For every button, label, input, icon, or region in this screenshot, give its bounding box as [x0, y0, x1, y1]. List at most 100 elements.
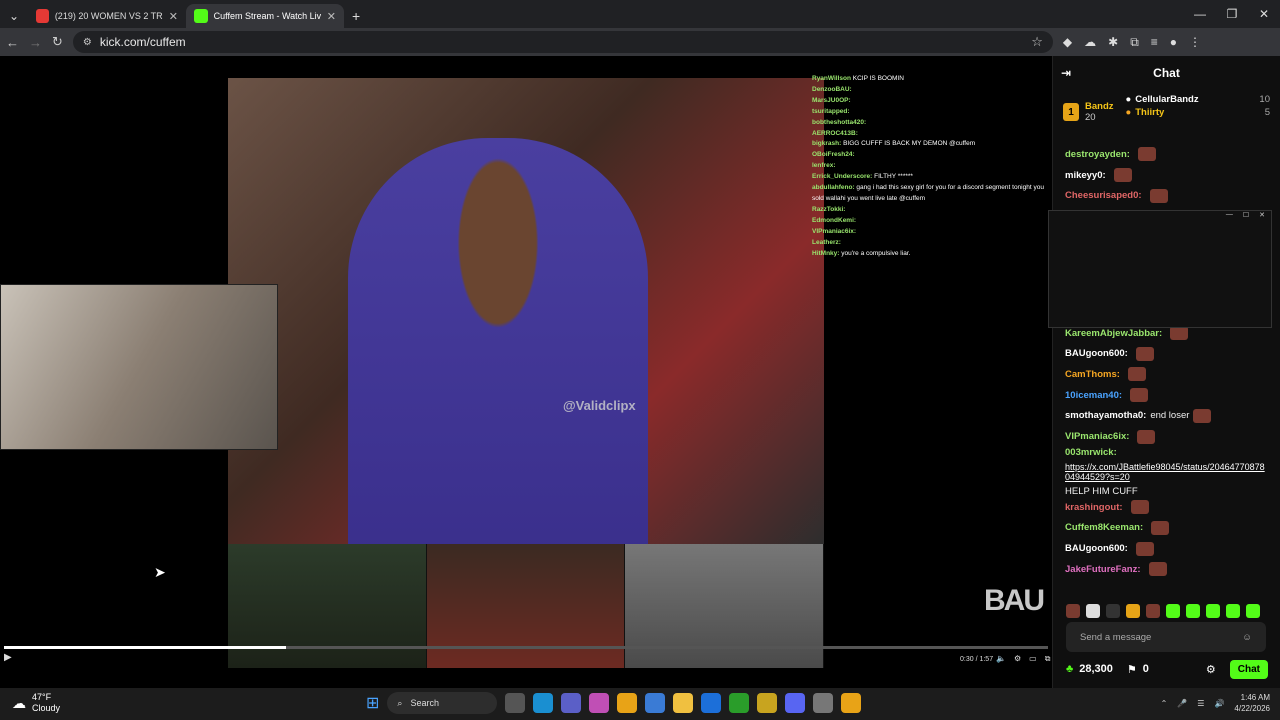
taskbar-search[interactable]: ⌕ Search — [387, 692, 498, 714]
chat-username[interactable]: 003mrwick: — [1065, 447, 1117, 458]
collapse-chat-icon[interactable]: ⇥ — [1061, 66, 1071, 80]
url-bar[interactable]: ⚙ kick.com/cuffem ☆ — [72, 31, 1053, 53]
speaker-icon[interactable]: 🔊 — [1214, 699, 1224, 708]
windows-start-icon[interactable]: ⊞ — [366, 693, 379, 713]
leader-second[interactable]: ● CellularBandz 10 — [1126, 94, 1271, 105]
task-view-icon[interactable] — [505, 693, 526, 713]
emote-icon[interactable] — [1086, 604, 1100, 618]
edge-icon[interactable] — [533, 693, 554, 713]
play-icon[interactable]: ▶ — [4, 652, 12, 663]
media-icon[interactable]: ≡ — [1151, 35, 1158, 50]
main-video: @Validclipx — [228, 78, 824, 558]
xbox-icon[interactable] — [729, 693, 750, 713]
pip-popup[interactable]: — ☐ ✕ — [1048, 210, 1272, 328]
close-icon[interactable]: ✕ — [1259, 211, 1265, 223]
app-icon[interactable] — [813, 693, 834, 713]
copilot-icon[interactable] — [589, 693, 610, 713]
reload-icon[interactable]: ↻ — [52, 34, 63, 50]
teams-icon[interactable] — [561, 693, 582, 713]
extension-icon[interactable]: ◆ — [1063, 35, 1072, 50]
chat-username[interactable]: VIPmaniac6ix: — [1065, 431, 1129, 442]
file-explorer-icon[interactable] — [673, 693, 694, 713]
leader-first[interactable]: 1 Bandz 20 — [1063, 94, 1114, 130]
back-icon[interactable]: ← — [6, 35, 19, 50]
chevron-up-icon[interactable]: ⌃ — [1161, 699, 1168, 708]
avatar[interactable]: ● — [1170, 35, 1177, 50]
clock[interactable]: 1:46 AM 4/22/2026 — [1234, 692, 1270, 714]
site-info-icon[interactable]: ⚙ — [83, 37, 92, 48]
mic-icon[interactable]: 🎤 — [1177, 699, 1187, 708]
close-window-icon[interactable]: ✕ — [1248, 0, 1280, 28]
emote-icon — [1137, 147, 1156, 162]
forward-icon[interactable]: → — [29, 35, 42, 50]
chrome-active-icon[interactable] — [841, 693, 862, 713]
emote-icon[interactable] — [1106, 604, 1120, 618]
close-icon[interactable]: ✕ — [169, 10, 178, 23]
app-icon[interactable] — [757, 693, 778, 713]
chat-message: mikeyy0: — [1065, 165, 1269, 186]
minimize-icon[interactable]: — — [1226, 211, 1233, 223]
chat-username[interactable]: krashingout: — [1065, 502, 1123, 513]
chat-username[interactable]: smothayamotha0: — [1065, 410, 1146, 421]
tab-youtube[interactable]: (219) 20 WOMEN VS 2 TROLLS: ✕ — [28, 4, 186, 28]
emote-icon[interactable] — [1066, 604, 1080, 618]
chrome-icon[interactable] — [617, 693, 638, 713]
taskbar-apps: ⊞ ⌕ Search — [366, 692, 862, 714]
send-chat-button[interactable]: Chat — [1229, 659, 1268, 679]
chat-username[interactable]: mikeyy0: — [1065, 170, 1106, 181]
emote-icon[interactable] — [1166, 604, 1180, 618]
app-icon[interactable] — [701, 693, 722, 713]
chat-username[interactable]: Cuffem8Keeman: — [1065, 522, 1143, 533]
discord-icon[interactable] — [785, 693, 806, 713]
chat-username[interactable]: Cheesurisaped0: — [1065, 190, 1142, 201]
tab-kick[interactable]: Cuffem Stream - Watch Live ✕ — [186, 4, 344, 28]
emote-icon[interactable] — [1206, 604, 1220, 618]
store-icon[interactable] — [645, 693, 666, 713]
overlay-chat-line: MarsJU0OP: — [812, 96, 1052, 107]
youtube-icon — [36, 9, 49, 23]
settings-icon[interactable]: ⚙ — [1014, 654, 1021, 664]
minimize-icon[interactable]: — — [1184, 0, 1216, 28]
extension-icon[interactable]: ☁ — [1084, 35, 1096, 50]
chat-input[interactable]: Send a message ☺ — [1066, 622, 1266, 652]
tab-list-button[interactable]: ⌄ — [0, 4, 28, 28]
menu-icon[interactable]: ⋮ — [1189, 35, 1201, 50]
gift-icon[interactable]: ⚑ — [1127, 663, 1137, 676]
chat-username[interactable]: JakeFutureFanz: — [1065, 564, 1141, 575]
emote-icon[interactable] — [1226, 604, 1240, 618]
chat-settings-icon[interactable]: ⚙ — [1206, 663, 1216, 676]
overlay-chat-user: abdullahfeno: — [812, 184, 855, 192]
chat-message: destroyayden: — [1065, 144, 1269, 165]
emote-icon[interactable] — [1246, 604, 1260, 618]
pip-icon[interactable]: ⧉ — [1045, 654, 1051, 664]
chat-username[interactable]: CamThoms: — [1065, 369, 1120, 380]
chat-username[interactable]: KareemAbjewJabbar: — [1065, 328, 1162, 339]
gifts-value: 0 — [1142, 663, 1149, 675]
bookmark-star-icon[interactable]: ☆ — [1031, 34, 1043, 50]
tab-kick-label: Cuffem Stream - Watch Live — [213, 11, 321, 21]
restore-icon[interactable]: ❐ — [1216, 0, 1248, 28]
video-player[interactable]: @Validclipx RyanWillson KCIP IS BOOMIN De… — [0, 56, 1065, 688]
leader-name: Thiirty — [1135, 107, 1165, 118]
chat-username[interactable]: BAUgoon600: — [1065, 543, 1128, 554]
maximize-icon[interactable]: ☐ — [1243, 211, 1249, 223]
extension-icon[interactable]: ✱ — [1108, 35, 1118, 50]
emoji-icon[interactable]: ☺ — [1242, 632, 1252, 643]
theater-icon[interactable]: ▭ — [1029, 654, 1037, 664]
emote-icon[interactable] — [1146, 604, 1160, 618]
chat-link[interactable]: https://x.com/JBattlefie98045/status/204… — [1065, 462, 1269, 482]
weather-widget[interactable]: ☁ 47°F Cloudy — [12, 692, 60, 714]
volume-icon[interactable]: 🔈 — [996, 654, 1006, 664]
new-tab-button[interactable]: + — [344, 4, 368, 28]
chat-username[interactable]: destroyayden: — [1065, 149, 1130, 160]
chat-message: BAUgoon600: — [1065, 538, 1269, 559]
leader-third[interactable]: ● Thiirty 5 — [1126, 107, 1271, 118]
chat-username[interactable]: 10iceman40: — [1065, 390, 1122, 401]
emote-icon[interactable] — [1186, 604, 1200, 618]
emote-icon[interactable] — [1126, 604, 1140, 618]
wifi-icon[interactable]: ☰ — [1197, 699, 1204, 708]
chat-username[interactable]: BAUgoon600: — [1065, 348, 1128, 359]
close-icon[interactable]: ✕ — [327, 10, 336, 23]
puzzle-icon[interactable]: ⧉ — [1130, 35, 1139, 50]
progress-bar[interactable] — [4, 646, 1048, 649]
